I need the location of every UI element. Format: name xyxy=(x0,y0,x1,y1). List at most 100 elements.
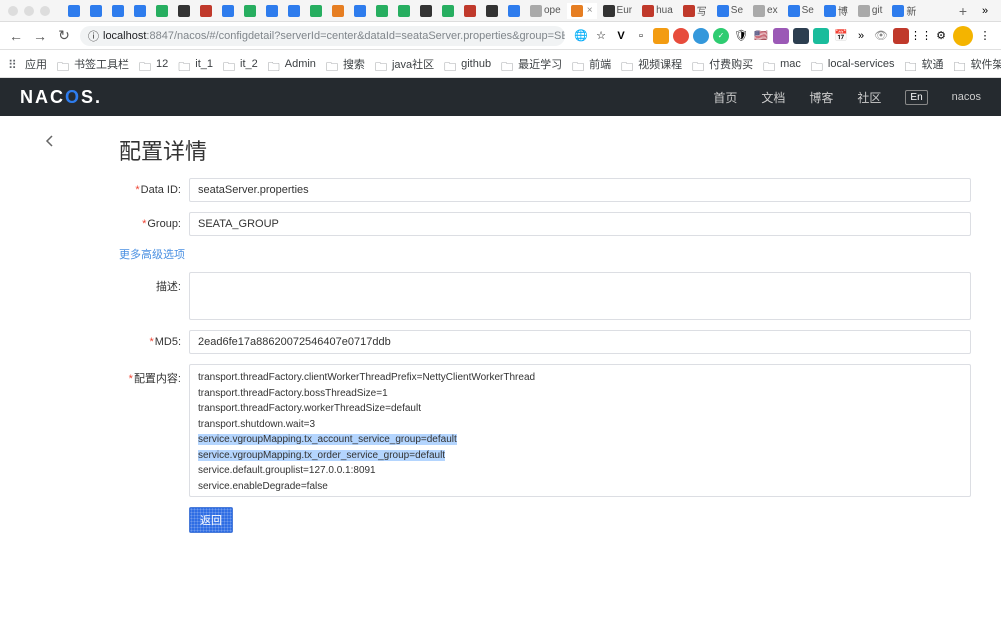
apps-bookmark[interactable]: ⠿应用 xyxy=(8,56,47,72)
ext-more-icon[interactable]: » xyxy=(853,28,869,44)
nav-home[interactable]: 首页 xyxy=(713,89,737,106)
ext-blue-icon[interactable] xyxy=(693,28,709,44)
minimize-window-button[interactable] xyxy=(24,6,34,16)
forward-nav-button[interactable]: → xyxy=(32,28,48,44)
ext-shield-icon[interactable]: 🛡 xyxy=(733,28,749,44)
browser-tab[interactable] xyxy=(416,3,436,19)
browser-tab[interactable] xyxy=(240,3,260,19)
collapse-sidebar-button[interactable] xyxy=(0,116,105,150)
browser-tab[interactable] xyxy=(174,3,194,19)
bookmark-item[interactable]: 🗀it_1 xyxy=(178,56,213,72)
browser-tab[interactable]: ex xyxy=(749,3,782,19)
bookmark-item[interactable]: 🗀it_2 xyxy=(223,56,258,72)
folder-icon: 🗀 xyxy=(139,58,153,70)
bookmark-item[interactable]: 🗀java社区 xyxy=(375,56,434,72)
nav-docs[interactable]: 文档 xyxy=(761,89,785,106)
browser-tab[interactable] xyxy=(130,3,150,19)
browser-tab[interactable] xyxy=(350,3,370,19)
user-name[interactable]: nacos xyxy=(952,91,981,103)
new-tab-button[interactable]: + xyxy=(955,3,971,19)
ext-cal-icon[interactable]: 📅 xyxy=(833,28,849,44)
back-button[interactable]: 返回 xyxy=(189,507,233,533)
bookmark-item[interactable]: 🗀书签工具栏 xyxy=(57,56,129,72)
browser-tab[interactable]: Se xyxy=(784,3,818,19)
close-window-button[interactable] xyxy=(8,6,18,16)
browser-tab[interactable] xyxy=(438,3,458,19)
bookmark-item[interactable]: 🗀最近学习 xyxy=(501,56,562,72)
browser-tab[interactable]: Eur xyxy=(599,3,637,19)
bookmark-item[interactable]: 🗀视频课程 xyxy=(621,56,682,72)
bookmark-item[interactable]: 🗀local-services xyxy=(811,56,895,72)
ext-check-icon[interactable]: ✓ xyxy=(713,28,729,44)
browser-tab[interactable]: × xyxy=(567,3,597,19)
label-data-id: *Data ID: xyxy=(119,178,189,196)
browser-tab[interactable] xyxy=(460,3,480,19)
ext-v-icon[interactable]: V xyxy=(613,28,629,44)
tab-close-button[interactable]: × xyxy=(587,5,593,16)
ext-teal-icon[interactable] xyxy=(813,28,829,44)
browser-tab[interactable] xyxy=(262,3,282,19)
bookmark-item[interactable]: 🗀搜索 xyxy=(326,56,365,72)
browser-tab[interactable]: Se xyxy=(713,3,747,19)
ext-orange-icon[interactable] xyxy=(653,28,669,44)
browser-tab[interactable] xyxy=(108,3,128,19)
browser-tab[interactable] xyxy=(328,3,348,19)
browser-tab[interactable] xyxy=(284,3,304,19)
browser-tab[interactable] xyxy=(64,3,84,19)
browser-menu-button[interactable]: ⋮ xyxy=(977,28,993,44)
browser-tab[interactable] xyxy=(394,3,414,19)
main-content: 配置详情 *Data ID: *Group: 更多高级选项 描述: *MD5: … xyxy=(105,116,1001,636)
ext-purple-icon[interactable] xyxy=(773,28,789,44)
lang-switch[interactable]: En xyxy=(905,90,927,105)
input-desc[interactable] xyxy=(189,272,971,320)
nacos-logo[interactable]: NACOS. xyxy=(20,87,102,108)
browser-tab[interactable] xyxy=(504,3,524,19)
ext-hide-icon[interactable]: 👁 xyxy=(873,28,889,44)
browser-tab[interactable] xyxy=(306,3,326,19)
browser-tab[interactable]: hua xyxy=(638,3,677,19)
ext-red-icon[interactable] xyxy=(673,28,689,44)
browser-tab[interactable]: 写 xyxy=(679,1,711,20)
more-options-link[interactable]: 更多高级选项 xyxy=(119,246,971,262)
ext-pdf-icon[interactable] xyxy=(893,28,909,44)
back-nav-button[interactable]: ← xyxy=(8,28,24,44)
browser-tab[interactable]: ope xyxy=(526,3,565,19)
ext-flag-icon[interactable]: 🇺🇸 xyxy=(753,28,769,44)
bookmark-item[interactable]: 🗀付费购买 xyxy=(692,56,753,72)
url-input[interactable]: ⓘ localhost:8847/nacos/#/configdetail?se… xyxy=(80,26,565,46)
input-data-id[interactable] xyxy=(189,178,971,202)
browser-tab[interactable] xyxy=(152,3,172,19)
bookmark-item[interactable]: 🗀mac xyxy=(763,56,801,72)
browser-tab[interactable]: git xyxy=(854,3,887,19)
ext-settings-icon[interactable]: ⚙ xyxy=(933,28,949,44)
bookmark-item[interactable]: 🗀前端 xyxy=(572,56,611,72)
browser-tab[interactable] xyxy=(196,3,216,19)
bookmark-item[interactable]: 🗀软件架构探索 xyxy=(954,56,1001,72)
browser-tab[interactable] xyxy=(218,3,238,19)
browser-tab[interactable] xyxy=(86,3,106,19)
tab-overflow-button[interactable]: » xyxy=(977,3,993,19)
input-group[interactable] xyxy=(189,212,971,236)
profile-avatar[interactable] xyxy=(953,26,973,46)
ext-apps-icon[interactable]: ⋮⋮ xyxy=(913,28,929,44)
bookmark-item[interactable]: 🗀github xyxy=(444,56,491,72)
browser-tab[interactable]: 新 xyxy=(888,1,920,20)
tab-favicon xyxy=(530,5,542,17)
ext-box-icon[interactable]: ▫ xyxy=(633,28,649,44)
bookmark-item[interactable]: 🗀12 xyxy=(139,56,168,72)
maximize-window-button[interactable] xyxy=(40,6,50,16)
tab-favicon xyxy=(310,5,322,17)
nav-blog[interactable]: 博客 xyxy=(809,89,833,106)
browser-tab[interactable]: 博 xyxy=(820,1,852,20)
bookmark-item[interactable]: 🗀Admin xyxy=(268,56,316,72)
nav-community[interactable]: 社区 xyxy=(857,89,881,106)
bookmark-item[interactable]: 🗀软通 xyxy=(905,56,944,72)
browser-tab[interactable] xyxy=(372,3,392,19)
reload-nav-button[interactable]: ↻ xyxy=(56,28,72,44)
star-icon[interactable]: ☆ xyxy=(593,28,609,44)
config-content[interactable]: transport.threadFactory.clientWorkerThre… xyxy=(189,364,971,497)
browser-tab[interactable] xyxy=(482,3,502,19)
ext-dark-icon[interactable] xyxy=(793,28,809,44)
translate-icon[interactable]: 🌐 xyxy=(573,28,589,44)
input-md5[interactable] xyxy=(189,330,971,354)
